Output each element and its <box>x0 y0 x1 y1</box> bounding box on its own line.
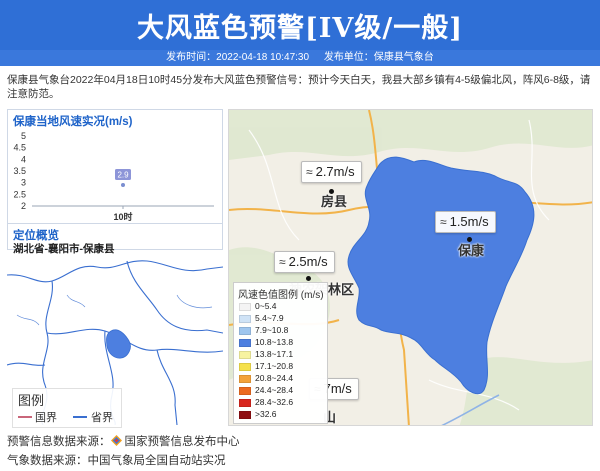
color-swatch <box>239 338 251 347</box>
warning-header: 大风蓝色预警[IV级/一般] 发布时间：2022-04-18 10:47:30 … <box>0 0 600 66</box>
color-swatch <box>239 362 251 371</box>
national-border-swatch <box>18 416 32 418</box>
warning-center-logo-icon <box>110 435 122 446</box>
color-range-label: 17.1~20.8 <box>255 361 294 371</box>
color-legend-title: 风速色值图例 (m/s) <box>238 290 324 301</box>
y-tick-label: 3 <box>21 178 26 188</box>
color-legend-row: 7.9~10.8 <box>239 325 288 336</box>
wind-speed-point[interactable] <box>121 183 125 187</box>
region-legend: 图例 国界 省界 <box>12 388 122 428</box>
warning-source[interactable]: 国家预警信息发布中心 <box>125 436 240 448</box>
color-swatch <box>239 350 251 359</box>
color-swatch <box>239 302 251 311</box>
warning-meta: 发布时间：2022-04-18 10:47:30 发布单位：保康县气象台 <box>0 50 600 66</box>
wind-speed-panel: 保康当地风速实况(m/s) 5 4.5 4 3.5 3 2.5 2 10时 2.9 <box>7 109 223 224</box>
publish-time: 发布时间：2022-04-18 10:47:30 <box>166 52 310 63</box>
y-tick-label: 2 <box>21 201 26 211</box>
color-legend-row: 24.4~28.4 <box>239 385 293 396</box>
warning-source-label: 预警信息数据来源： <box>7 436 111 448</box>
color-swatch <box>239 386 251 395</box>
color-legend-row: 20.8~24.4 <box>239 373 293 384</box>
place-fangxian: 房县 <box>321 194 348 209</box>
color-legend-row: >32.6 <box>239 409 277 420</box>
color-swatch <box>239 326 251 335</box>
color-legend-row: 10.8~13.8 <box>239 337 293 348</box>
color-swatch <box>239 398 251 407</box>
wind-speed-value: 2.7m/s <box>315 164 355 179</box>
publisher: 发布单位：保康县气象台 <box>323 52 434 63</box>
place-baokang: 保康 <box>458 243 485 258</box>
wind-icon: ≈ <box>440 215 447 229</box>
region-legend-title: 图例 <box>18 393 45 408</box>
location-value: 湖北省-襄阳市-保康县 <box>13 243 115 255</box>
provincial-border-label: 省界 <box>91 412 113 424</box>
color-range-label: 24.4~28.4 <box>255 385 294 395</box>
color-legend-row: 13.8~17.1 <box>239 349 293 360</box>
y-tick-label: 3.5 <box>13 166 26 176</box>
county-wind-map[interactable]: 房县 保康 神农架林区 山 ≈2.7m/s ≈1.5m/s ≈2.5m/s ≈7… <box>228 109 593 426</box>
color-range-label: 10.8~13.8 <box>255 337 294 347</box>
wind-label-fangxian[interactable]: ≈2.7m/s <box>301 161 362 183</box>
color-range-label: 13.8~17.1 <box>255 349 294 359</box>
color-swatch <box>239 410 251 419</box>
wind-speed-chart: 5 4.54 3.5 32.5 2 10时 2.9 <box>13 131 214 222</box>
warning-source-line: 预警信息数据来源： 国家预警信息发布中心 <box>7 433 240 449</box>
color-range-label: 0~5.4 <box>255 301 277 311</box>
provincial-border-swatch <box>73 416 87 418</box>
color-swatch <box>239 374 251 383</box>
color-legend-row: 17.1~20.8 <box>239 361 293 372</box>
wind-speed-value: 2.5m/s <box>288 254 328 269</box>
wind-color-legend: 风速色值图例 (m/s) 0~5.4 5.4~7.9 7.9~10.8 10.8~13… <box>233 282 328 424</box>
color-range-label: 5.4~7.9 <box>255 313 284 323</box>
color-range-label: 7.9~10.8 <box>255 325 289 335</box>
weather-source-line: 气象数据来源：中国气象局全国自动站实况 <box>7 455 226 467</box>
x-tick-label: 10时 <box>113 211 132 222</box>
y-tick-label: 2.5 <box>13 189 26 199</box>
y-tick-label: 4.5 <box>13 143 26 153</box>
color-legend-row: 28.4~32.6 <box>239 397 293 408</box>
warning-description: 保康县气象台2022年04月18日10时45分发布大风蓝色预警信号：预计今天白天… <box>7 74 591 100</box>
color-range-label: 28.4~32.6 <box>255 397 294 407</box>
wind-label-shennongjia[interactable]: ≈2.5m/s <box>274 251 335 273</box>
wind-icon: ≈ <box>306 165 313 179</box>
color-swatch <box>239 314 251 323</box>
y-tick-label: 5 <box>21 131 26 141</box>
location-panel: 定位概览 湖北省-襄阳市-保康县 <box>7 224 223 255</box>
national-border-label: 国界 <box>35 412 57 424</box>
color-legend-row: 0~5.4 <box>239 301 277 312</box>
data-label: 2.9 <box>117 171 129 180</box>
y-tick-label: 4 <box>21 154 26 164</box>
wind-label-baokang[interactable]: ≈1.5m/s <box>435 211 496 233</box>
wind-speed-value: 1.5m/s <box>449 214 489 229</box>
color-legend-row: 5.4~7.9 <box>239 313 284 324</box>
wind-icon: ≈ <box>279 255 286 269</box>
color-range-label: >32.6 <box>255 409 277 419</box>
warning-title: 大风蓝色预警[IV级/一般] <box>137 13 463 44</box>
color-range-label: 20.8~24.4 <box>255 373 294 383</box>
